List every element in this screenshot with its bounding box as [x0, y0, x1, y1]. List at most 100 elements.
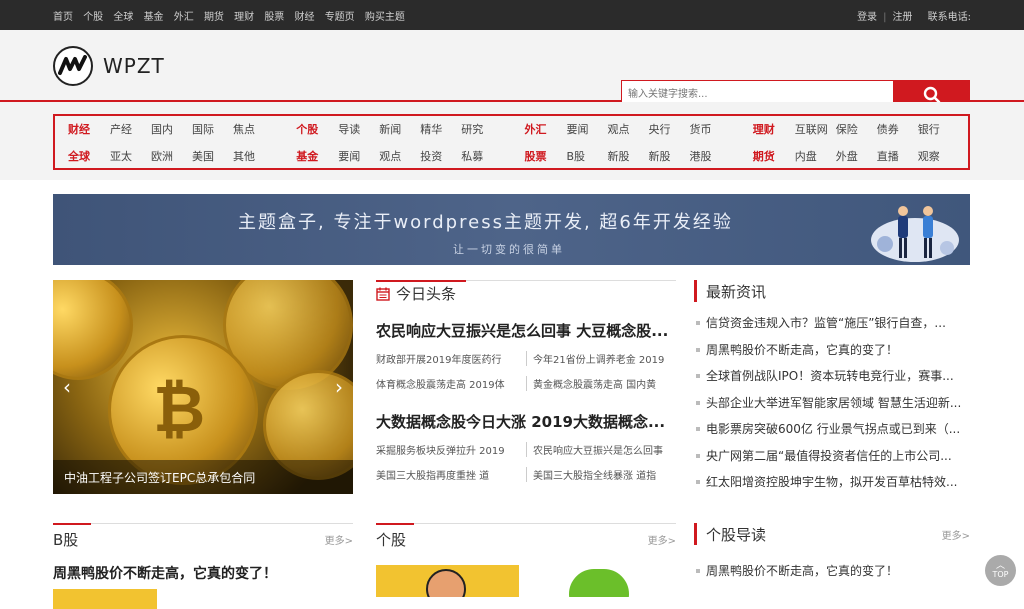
ad-banner[interactable]: 主题盒子, 专注于wordpress主题开发, 超6年开发经验 让一切变的很简单 — [53, 194, 970, 265]
news-link[interactable]: 美国三大股指全线暴涨 道指 — [526, 467, 676, 482]
category-lead[interactable]: 理财 — [753, 121, 795, 137]
top-nav: 首页 个股 全球 基金 外汇 期货 理财 股票 财经 专题页 购买主题 — [53, 8, 412, 23]
register-link[interactable]: 注册 — [892, 12, 912, 23]
back-to-top-button[interactable]: ︿ TOP — [985, 555, 1016, 586]
site-header: WPZT — [0, 30, 1024, 109]
list-item[interactable]: 周黑鸭股价不断走高，它真的变了！ — [694, 562, 970, 589]
list-item[interactable]: 全球首例战队IPO！资本玩转电竞行业，赛事... — [694, 367, 970, 394]
category-group: 外汇 要闻 观点 央行 货币 股票 B股 新股 新股 港股 — [512, 116, 740, 168]
more-link[interactable]: 更多> — [942, 527, 970, 542]
section-header: 最新资讯 — [694, 280, 970, 302]
category-link[interactable]: 观点 — [379, 148, 420, 164]
prev-arrow-icon[interactable]: ‹ — [63, 375, 71, 399]
news-link[interactable]: 体育概念股震荡走高 2019体 — [376, 376, 526, 391]
headline-link[interactable]: 大数据概念股今日大涨 2019大数据概念... — [376, 411, 676, 432]
section-header: 今日头条 — [376, 280, 676, 306]
category-link[interactable]: 观察 — [918, 148, 959, 164]
category-lead[interactable]: 财经 — [68, 121, 110, 137]
category-link[interactable]: 港股 — [690, 148, 731, 164]
list-item[interactable]: 信贷资金违规入市？监管“施压”银行自查，... — [694, 314, 970, 341]
category-nav: 财经 产经 国内 国际 焦点 全球 亚太 欧洲 美国 其他 个股 导读 新闻 精华 研究 基金 要闻 观点投… — [53, 114, 970, 170]
top-nav-item[interactable]: 财经 — [295, 12, 315, 23]
category-link[interactable]: 研究 — [461, 121, 502, 137]
top-nav-item[interactable]: 专题页 — [325, 12, 355, 23]
category-link[interactable]: 新股 — [649, 148, 690, 164]
category-group: 理财 互联网 保险 债券 银行 期货 内盘 外盘 直播 观察 — [740, 116, 968, 168]
category-link[interactable]: 货币 — [690, 121, 731, 137]
logo-mark-icon — [53, 46, 93, 86]
slider-caption[interactable]: 中油工程子公司签订EPC总承包合同 — [53, 460, 353, 494]
category-link[interactable]: 亚太 — [110, 148, 151, 164]
top-nav-item[interactable]: 基金 — [144, 12, 164, 23]
category-link[interactable]: 央行 — [649, 121, 690, 137]
section-title: 今日头条 — [396, 285, 457, 303]
list-item[interactable]: 头部企业大举进军智能家居领域 智慧生活迎新... — [694, 394, 970, 421]
more-link[interactable]: 更多> — [648, 532, 676, 547]
category-link[interactable]: 要闻 — [338, 148, 379, 164]
top-nav-item[interactable]: 期货 — [204, 12, 224, 23]
banner-subtitle: 让一切变的很简单 — [453, 243, 565, 256]
top-nav-item[interactable]: 首页 — [53, 12, 73, 23]
top-nav-item[interactable]: 全球 — [113, 12, 133, 23]
list-item[interactable]: 央广网第二届“最值得投资者信任的上市公司... — [694, 447, 970, 474]
top-nav-item[interactable]: 股票 — [264, 12, 284, 23]
headline-link[interactable]: 农民响应大豆振兴是怎么回事 大豆概念股... — [376, 320, 676, 341]
category-link[interactable]: 保险 — [836, 121, 877, 137]
category-link[interactable]: 内盘 — [795, 148, 836, 164]
category-lead[interactable]: 个股 — [296, 121, 338, 137]
top-nav-item[interactable]: 理财 — [234, 12, 254, 23]
news-link[interactable]: 黄金概念股震荡走高 国内黄 — [526, 376, 676, 391]
category-link[interactable]: 直播 — [877, 148, 918, 164]
category-link[interactable]: B股 — [567, 148, 608, 164]
category-link[interactable]: 债券 — [877, 121, 918, 137]
chevron-up-icon: ︿ — [995, 561, 1005, 571]
category-link[interactable]: 产经 — [110, 121, 151, 137]
category-lead[interactable]: 基金 — [296, 148, 338, 164]
category-link[interactable]: 私募 — [461, 148, 502, 164]
category-lead[interactable]: 期货 — [753, 148, 795, 164]
category-link[interactable]: 外盘 — [836, 148, 877, 164]
category-link[interactable]: 新闻 — [379, 121, 420, 137]
category-link[interactable]: 银行 — [918, 121, 959, 137]
top-nav-item[interactable]: 购买主题 — [365, 12, 405, 23]
category-lead[interactable]: 股票 — [525, 148, 567, 164]
category-link[interactable]: 欧洲 — [151, 148, 192, 164]
more-link[interactable]: 更多> — [325, 532, 353, 547]
list-item[interactable]: 周黑鸭股价不断走高，它真的变了！ — [694, 341, 970, 368]
b-share-section: B股 更多> 周黑鸭股价不断走高，它真的变了！ — [53, 523, 353, 609]
site-logo[interactable]: WPZT — [53, 46, 165, 86]
category-link[interactable]: 国内 — [151, 121, 192, 137]
divider: | — [883, 11, 887, 23]
top-nav-item[interactable]: 个股 — [83, 12, 103, 23]
category-link[interactable]: 精华 — [420, 121, 461, 137]
category-link[interactable]: 新股 — [608, 148, 649, 164]
news-link[interactable]: 今年21省份上调养老金 2019 — [526, 351, 676, 366]
top-nav-item[interactable]: 外汇 — [174, 12, 194, 23]
next-arrow-icon[interactable]: › — [335, 375, 343, 399]
list-item[interactable]: 电影票房突破600亿 行业景气拐点或已到来（... — [694, 420, 970, 447]
category-link[interactable]: 其他 — [233, 148, 274, 164]
category-link[interactable]: 美国 — [192, 148, 233, 164]
login-link[interactable]: 登录 — [857, 12, 877, 23]
news-link[interactable]: 财政部开展2019年度医药行 — [376, 351, 526, 366]
category-link[interactable]: 要闻 — [567, 121, 608, 137]
news-link[interactable]: 采掘服务板块反弹拉升 2019 — [376, 442, 526, 457]
top-account-links: 登录 | 注册 联系电话: — [851, 8, 971, 23]
people-illustration-icon — [871, 206, 959, 262]
logo-text: WPZT — [103, 54, 165, 78]
featured-slider[interactable]: ₿ ‹ › 中油工程子公司签订EPC总承包合同 — [53, 280, 353, 494]
category-link[interactable]: 观点 — [608, 121, 649, 137]
headline-link[interactable]: 周黑鸭股价不断走高，它真的变了！ — [53, 563, 353, 583]
category-link[interactable]: 国际 — [192, 121, 233, 137]
category-link[interactable]: 导读 — [338, 121, 379, 137]
list-item[interactable]: 红太阳增资控股坤宇生物，拟开发百草枯特效... — [694, 473, 970, 500]
category-link[interactable]: 互联网 — [795, 121, 836, 137]
thumbnail-image — [53, 589, 157, 609]
category-link[interactable]: 焦点 — [233, 121, 274, 137]
news-link[interactable]: 美国三大股指再度重挫 道 — [376, 467, 526, 482]
category-lead[interactable]: 外汇 — [525, 121, 567, 137]
category-lead[interactable]: 全球 — [68, 148, 110, 164]
search-icon — [923, 86, 940, 103]
category-link[interactable]: 投资 — [420, 148, 461, 164]
news-link[interactable]: 农民响应大豆振兴是怎么回事 — [526, 442, 676, 457]
